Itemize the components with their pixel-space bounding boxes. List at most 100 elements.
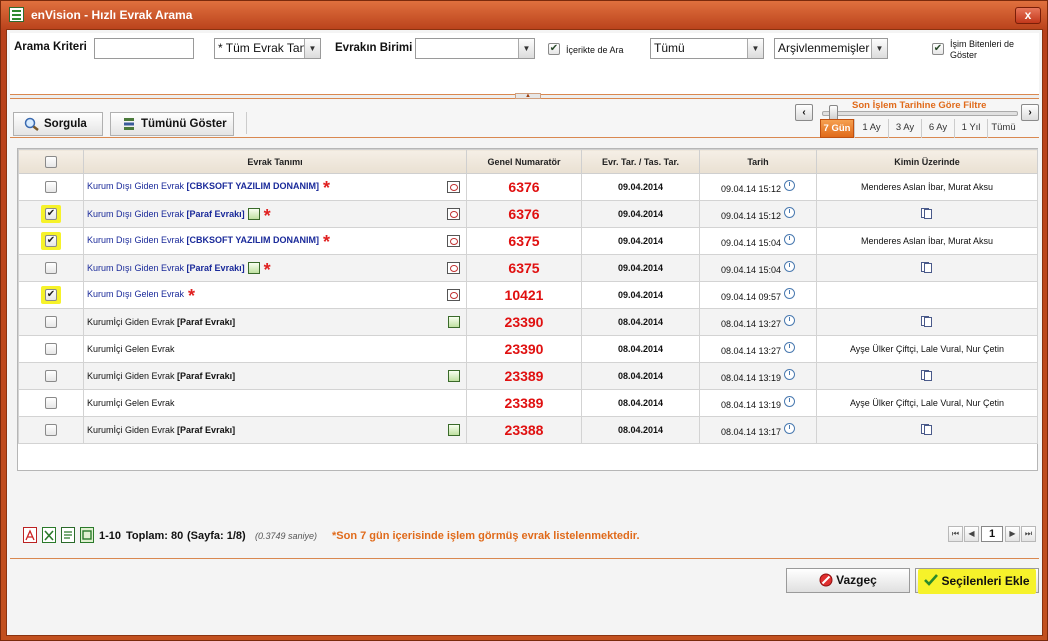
- evrak-type[interactable]: Kurum Dışı Giden Evrak: [87, 263, 184, 273]
- table-row[interactable]: Kurumİçi Gelen Evrak 23389 08.04.2014 08.04…: [18, 389, 1038, 417]
- documents-icon[interactable]: [920, 261, 934, 273]
- evrak-type[interactable]: Kurum Dışı Gelen Evrak: [87, 289, 184, 299]
- range-tumu[interactable]: Tümü: [987, 119, 1019, 138]
- select-all-checkbox[interactable]: [45, 155, 57, 168]
- vazgec-button[interactable]: Vazgeç: [786, 568, 910, 593]
- numarator-cell: 6376: [466, 173, 582, 201]
- excel-export-icon[interactable]: [42, 527, 56, 543]
- table-row[interactable]: Kurumİçi Gelen Evrak 23390 08.04.2014 08.04…: [18, 335, 1038, 363]
- row-select-cell: [18, 254, 84, 282]
- required-star-icon: *: [263, 205, 271, 226]
- table-row[interactable]: ✔ Kurum Dışı Giden Evrak [CBKSOFT YAZILIM…: [18, 227, 1038, 255]
- evrak-type-select[interactable]: * Tüm Evrak Tan ▼: [214, 38, 321, 59]
- close-button[interactable]: x: [1015, 7, 1041, 24]
- pdf-export-icon[interactable]: [23, 527, 37, 543]
- clock-icon: [784, 234, 796, 245]
- row-checkbox[interactable]: ✔: [45, 235, 57, 247]
- arama-kriteri-input[interactable]: [94, 38, 194, 59]
- secilenleri-ekle-button[interactable]: Seçilenleri Ekle: [915, 568, 1039, 594]
- clock-icon: [784, 288, 796, 299]
- range-1-yil[interactable]: 1 Yıl: [954, 119, 987, 138]
- sorgula-button[interactable]: Sorgula: [13, 112, 103, 136]
- evrak-type[interactable]: Kurum Dışı Giden Evrak: [87, 235, 184, 245]
- paraf-icon[interactable]: [448, 424, 460, 436]
- document-export-icon[interactable]: [61, 527, 75, 543]
- preview-icon[interactable]: [447, 235, 460, 247]
- row-checkbox[interactable]: [45, 343, 57, 355]
- evrak-tag: [Paraf Evrakı]: [177, 425, 236, 435]
- col-header-evr-tar[interactable]: Evr. Tar. / Tas. Tar.: [581, 149, 700, 174]
- evr-tar-cell: 09.04.2014: [581, 173, 700, 201]
- col-header-evrak-tanimi[interactable]: Evrak Tanımı: [83, 149, 467, 174]
- preview-icon[interactable]: [447, 181, 460, 193]
- range-3-ay[interactable]: 3 Ay: [888, 119, 921, 138]
- evrak-type[interactable]: Kurumİçi Giden Evrak: [87, 317, 175, 327]
- col-header-genel-numarator[interactable]: Genel Numaratör: [466, 149, 582, 174]
- evr-tar-cell: 09.04.2014: [581, 254, 700, 282]
- preview-icon[interactable]: [447, 208, 460, 220]
- last-page-button[interactable]: ⏭: [1021, 526, 1036, 542]
- preview-icon[interactable]: [447, 289, 460, 301]
- window: enVision - Hızlı Evrak Arama x Arama Kri…: [0, 0, 1048, 641]
- bottom-separator: [10, 558, 1039, 559]
- row-checkbox[interactable]: [45, 370, 57, 382]
- row-checkbox[interactable]: [45, 316, 57, 328]
- collapse-handle-icon[interactable]: ▲: [515, 93, 541, 99]
- table-row[interactable]: Kurumİçi Giden Evrak [Paraf Evrakı] 23390…: [18, 308, 1038, 336]
- filter-slider-track[interactable]: [822, 111, 1018, 116]
- table-row[interactable]: Kurum Dışı Giden Evrak [CBKSOFT YAZILIM …: [18, 173, 1038, 201]
- documents-icon[interactable]: [920, 423, 934, 435]
- evrak-type[interactable]: Kurumİçi Giden Evrak: [87, 371, 175, 381]
- search-icon: [24, 117, 39, 131]
- range-1-ay[interactable]: 1 Ay: [854, 119, 888, 138]
- page-number-input[interactable]: 1: [981, 526, 1003, 542]
- isim-biten-checkbox[interactable]: ✔: [932, 43, 944, 55]
- tumu-select[interactable]: Tümü ▼: [650, 38, 764, 59]
- next-page-button[interactable]: ▶: [1005, 526, 1020, 542]
- evr-tar-cell: 09.04.2014: [581, 200, 700, 228]
- range-7-gun[interactable]: 7 Gün: [820, 119, 854, 138]
- table-row[interactable]: Kurumİçi Giden Evrak [Paraf Evrakı] 23388…: [18, 416, 1038, 444]
- row-checkbox[interactable]: ✔: [45, 208, 57, 220]
- arsiv-value: Arşivlenmemişler: [778, 41, 870, 55]
- evrak-type[interactable]: Kurumİçi Gelen Evrak: [87, 398, 175, 408]
- kimin-uzerinde-cell: [816, 416, 1038, 444]
- icerikte-ara-checkbox[interactable]: ✔: [548, 43, 560, 55]
- preview-icon[interactable]: [447, 262, 460, 274]
- row-checkbox[interactable]: [45, 397, 57, 409]
- paraf-icon[interactable]: [448, 370, 460, 382]
- range-6-ay[interactable]: 6 Ay: [921, 119, 954, 138]
- documents-icon[interactable]: [920, 315, 934, 327]
- panel-splitter[interactable]: ▲: [10, 93, 1039, 99]
- islem-tarihi: 08.04.14 13:19: [720, 400, 782, 410]
- toolbar: Sorgula Tümünü Göster ‹ › Son İşlem Tari…: [10, 100, 1039, 138]
- evrak-type[interactable]: Kurum Dışı Giden Evrak: [87, 209, 184, 219]
- table-row[interactable]: ✔ Kurum Dışı Gelen Evrak * 10421 09.04.2014 0…: [18, 281, 1038, 309]
- prev-page-button[interactable]: ◀: [964, 526, 979, 542]
- col-header-kimin-uzerinde[interactable]: Kimin Üzerinde: [816, 149, 1038, 174]
- row-checkbox[interactable]: [45, 181, 57, 193]
- tumunu-goster-button[interactable]: Tümünü Göster: [110, 112, 234, 136]
- table-row[interactable]: ✔ Kurum Dışı Giden Evrak [Paraf Evrakı] * 6…: [18, 200, 1038, 228]
- arsiv-select[interactable]: Arşivlenmemişler ▼: [774, 38, 888, 59]
- filter-next-button[interactable]: ›: [1021, 104, 1039, 121]
- evrak-birimi-select[interactable]: ▼: [415, 38, 535, 59]
- first-page-button[interactable]: ⏮: [948, 526, 963, 542]
- evrak-type[interactable]: Kurum Dışı Giden Evrak: [87, 181, 184, 191]
- row-checkbox[interactable]: ✔: [45, 289, 57, 301]
- filter-prev-button[interactable]: ‹: [795, 104, 813, 121]
- documents-icon[interactable]: [920, 207, 934, 219]
- paraf-icon[interactable]: [448, 316, 460, 328]
- row-checkbox[interactable]: [45, 424, 57, 436]
- evrak-type[interactable]: Kurumİçi Gelen Evrak: [87, 344, 175, 354]
- col-header-tarih[interactable]: Tarih: [699, 149, 817, 174]
- evrak-type-value: * Tüm Evrak Tan: [218, 41, 307, 55]
- refresh-export-icon[interactable]: [80, 527, 94, 543]
- table-row[interactable]: Kurum Dışı Giden Evrak [Paraf Evrakı] * 63…: [18, 254, 1038, 282]
- row-checkbox[interactable]: [45, 262, 57, 274]
- kimin-uzerinde: Ayşe Ülker Çiftçi, Lale Vural, Nur Çetin: [849, 344, 1005, 354]
- table-row[interactable]: Kurumİçi Giden Evrak [Paraf Evrakı] 23389…: [18, 362, 1038, 390]
- arama-kriteri-label: Arama Kriteri: [14, 41, 87, 53]
- evrak-type[interactable]: Kurumİçi Giden Evrak: [87, 425, 175, 435]
- documents-icon[interactable]: [920, 369, 934, 381]
